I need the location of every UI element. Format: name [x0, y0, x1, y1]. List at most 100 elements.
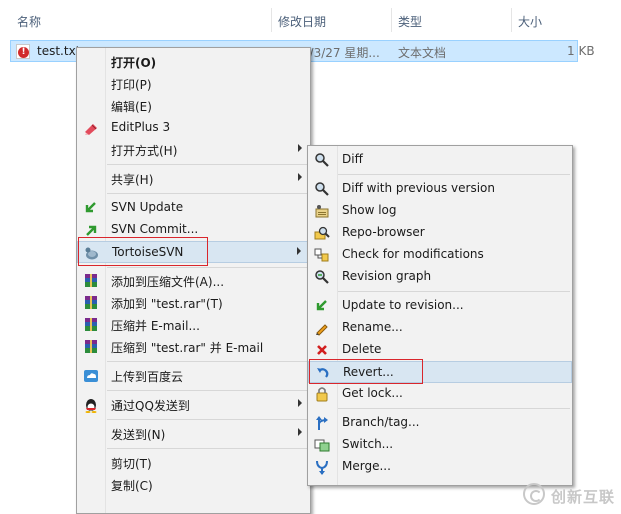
submenu-item-revision-graph[interactable]: Revision graph	[308, 266, 572, 288]
menu-separator	[338, 408, 570, 409]
rename-icon	[316, 324, 328, 336]
menu-item-label: 共享(H)	[111, 173, 154, 187]
watermark-icon	[523, 483, 545, 505]
menu-item-label: Update to revision...	[342, 298, 464, 312]
tortoisesvn-callout	[78, 237, 208, 266]
menu-separator	[107, 390, 308, 391]
menu-item-label: Diff with previous version	[342, 181, 495, 195]
menu-item-copy[interactable]: 复制(C)	[77, 474, 310, 496]
menu-item-baidu-cloud[interactable]: 上传到百度云	[77, 365, 310, 387]
menu-item-label: 打印(P)	[111, 78, 152, 92]
winrar-icon	[85, 296, 97, 309]
menu-item-label: Merge...	[342, 459, 391, 473]
menu-item-label: 发送到(N)	[111, 428, 166, 442]
menu-item-editplus[interactable]: EditPlus 3	[77, 117, 310, 139]
submenu-item-switch[interactable]: Switch...	[308, 434, 572, 456]
revision-graph-icon	[315, 270, 329, 284]
menu-separator	[107, 361, 308, 362]
diff-previous-icon	[315, 182, 329, 196]
menu-item-label: 压缩并 E-mail...	[111, 319, 200, 333]
menu-item-open-with[interactable]: 打开方式(H)	[77, 139, 310, 161]
winrar-icon	[85, 274, 97, 287]
column-modified[interactable]: 修改日期	[278, 13, 326, 30]
menu-item-send-to[interactable]: 发送到(N)	[77, 423, 310, 445]
menu-item-label: Delete	[342, 342, 382, 356]
submenu-item-repo-browser[interactable]: Repo-browser	[308, 222, 572, 244]
repo-browser-icon	[314, 226, 330, 240]
menu-item-label: Diff	[342, 152, 363, 166]
submenu-item-show-log[interactable]: Show log	[308, 200, 572, 222]
menu-item-label: 复制(C)	[111, 479, 153, 493]
check-modifications-icon	[314, 248, 329, 262]
menu-item-share[interactable]: 共享(H)	[77, 168, 310, 190]
menu-item-label: Switch...	[342, 437, 394, 451]
svn-commit-icon	[86, 225, 97, 236]
menu-item-svn-update[interactable]: SVN Update	[77, 197, 310, 219]
menu-item-label: SVN Update	[111, 200, 184, 214]
column-name[interactable]: 名称	[17, 13, 41, 30]
submenu-arrow-icon	[298, 399, 302, 407]
menu-item-label: Check for modifications	[342, 247, 484, 261]
menu-item-open[interactable]: 打开(O)	[77, 51, 310, 73]
menu-item-print[interactable]: 打印(P)	[77, 73, 310, 95]
merge-icon	[316, 460, 328, 475]
column-size[interactable]: 大小	[518, 13, 542, 30]
submenu-arrow-icon	[298, 428, 302, 436]
column-divider[interactable]	[391, 8, 392, 32]
watermark-logo: 创新互联	[523, 482, 619, 508]
baidu-cloud-icon	[84, 370, 98, 382]
menu-item-cut[interactable]: 剪切(T)	[77, 452, 310, 474]
winrar-icon	[85, 318, 97, 331]
menu-item-add-to-archive[interactable]: 添加到压缩文件(A)...	[77, 270, 310, 292]
menu-separator	[338, 174, 570, 175]
menu-separator	[107, 193, 308, 194]
menu-item-label: 打开(O)	[111, 56, 157, 70]
menu-item-label: Get lock...	[342, 386, 403, 400]
menu-item-label: Branch/tag...	[342, 415, 420, 429]
menu-item-edit[interactable]: 编辑(E)	[77, 95, 310, 117]
menu-item-add-to-test-rar[interactable]: 添加到 "test.rar"(T)	[77, 292, 310, 314]
submenu-item-update-to-revision[interactable]: Update to revision...	[308, 295, 572, 317]
menu-separator	[338, 291, 570, 292]
submenu-item-get-lock[interactable]: Get lock...	[308, 383, 572, 405]
submenu-arrow-icon	[298, 144, 302, 152]
tortoisesvn-submenu: Diff Diff with previous version Show log…	[307, 145, 573, 486]
menu-item-label: 打开方式(H)	[111, 144, 178, 158]
menu-item-label: 添加到压缩文件(A)...	[111, 275, 225, 289]
watermark-text: 创新互联	[551, 488, 616, 506]
menu-item-label: EditPlus 3	[111, 120, 171, 134]
submenu-arrow-icon	[298, 173, 302, 181]
menu-item-label: 添加到 "test.rar"(T)	[111, 297, 223, 311]
submenu-item-delete[interactable]: Delete	[308, 339, 572, 361]
winrar-icon	[85, 340, 97, 353]
submenu-item-rename[interactable]: Rename...	[308, 317, 572, 339]
menu-item-label: Rename...	[342, 320, 403, 334]
menu-item-label: SVN Commit...	[111, 222, 199, 236]
delete-icon	[317, 345, 327, 355]
submenu-item-diff[interactable]: Diff	[308, 149, 572, 171]
menu-item-label: 编辑(E)	[111, 100, 152, 114]
column-header: 名称 修改日期 类型 大小	[0, 0, 621, 40]
editplus-icon	[85, 124, 97, 135]
update-revision-icon	[316, 300, 327, 311]
menu-item-compress-email[interactable]: 压缩并 E-mail...	[77, 314, 310, 336]
menu-separator	[107, 419, 308, 420]
column-divider[interactable]	[271, 8, 272, 32]
menu-item-send-via-qq[interactable]: 通过QQ发送到	[77, 394, 310, 416]
column-type[interactable]: 类型	[398, 13, 422, 30]
menu-separator	[107, 267, 308, 268]
menu-item-compress-test-rar-email[interactable]: 压缩到 "test.rar" 并 E-mail	[77, 336, 310, 358]
column-divider[interactable]	[511, 8, 512, 32]
svn-update-icon	[85, 202, 96, 213]
file-name: test.txt	[37, 44, 81, 58]
revert-callout	[309, 359, 423, 384]
menu-item-label: 上传到百度云	[111, 370, 184, 384]
submenu-item-merge[interactable]: Merge...	[308, 456, 572, 478]
switch-icon	[314, 439, 330, 452]
submenu-item-branch-tag[interactable]: Branch/tag...	[308, 412, 572, 434]
diff-icon	[315, 153, 329, 167]
menu-separator	[107, 164, 308, 165]
submenu-item-check-modifications[interactable]: Check for modifications	[308, 244, 572, 266]
submenu-item-diff-previous[interactable]: Diff with previous version	[308, 178, 572, 200]
file-type: 文本文档	[398, 46, 447, 60]
